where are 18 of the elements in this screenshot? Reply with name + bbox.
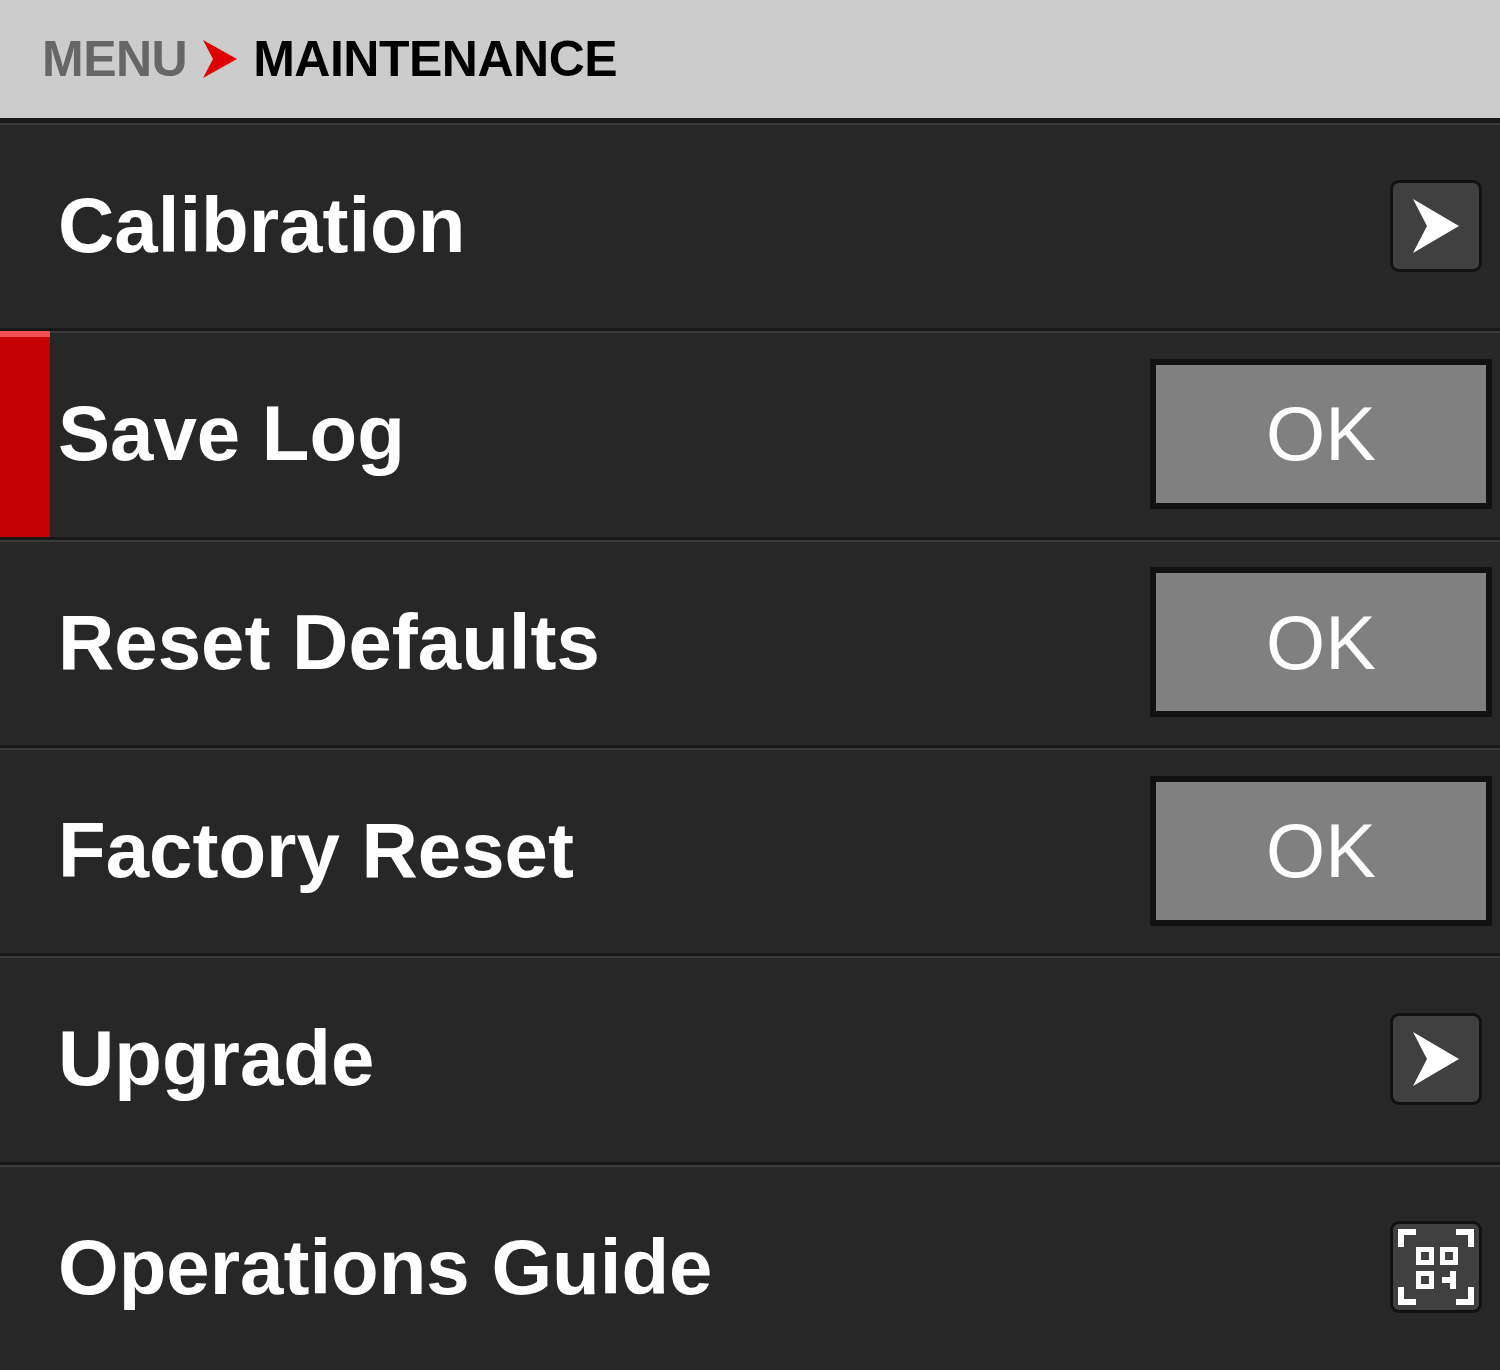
arrow-icon [1411, 196, 1461, 255]
menu-item-label[interactable]: Operations Guide [58, 1221, 1390, 1313]
ok-button[interactable]: OK [1150, 775, 1492, 926]
qr-code-icon [1398, 1229, 1474, 1306]
breadcrumb-parent[interactable]: MENU [42, 30, 188, 88]
menu-item-label[interactable]: Save Log [58, 388, 1150, 480]
menu-item-label[interactable]: Reset Defaults [58, 596, 1150, 688]
qr-code-button[interactable] [1390, 1221, 1482, 1314]
menu-item-label[interactable]: Upgrade [58, 1013, 1390, 1105]
menu-item-label[interactable]: Calibration [58, 180, 1390, 272]
open-submenu-button[interactable] [1390, 1012, 1482, 1105]
chevron-icon [203, 40, 238, 78]
open-submenu-button[interactable] [1390, 179, 1482, 272]
ok-button[interactable]: OK [1150, 567, 1492, 718]
ok-button[interactable]: OK [1150, 359, 1492, 509]
arrow-icon [1411, 1029, 1461, 1088]
menu-item-label[interactable]: Factory Reset [58, 805, 1150, 897]
breadcrumb-current: MAINTENANCE [253, 30, 618, 88]
